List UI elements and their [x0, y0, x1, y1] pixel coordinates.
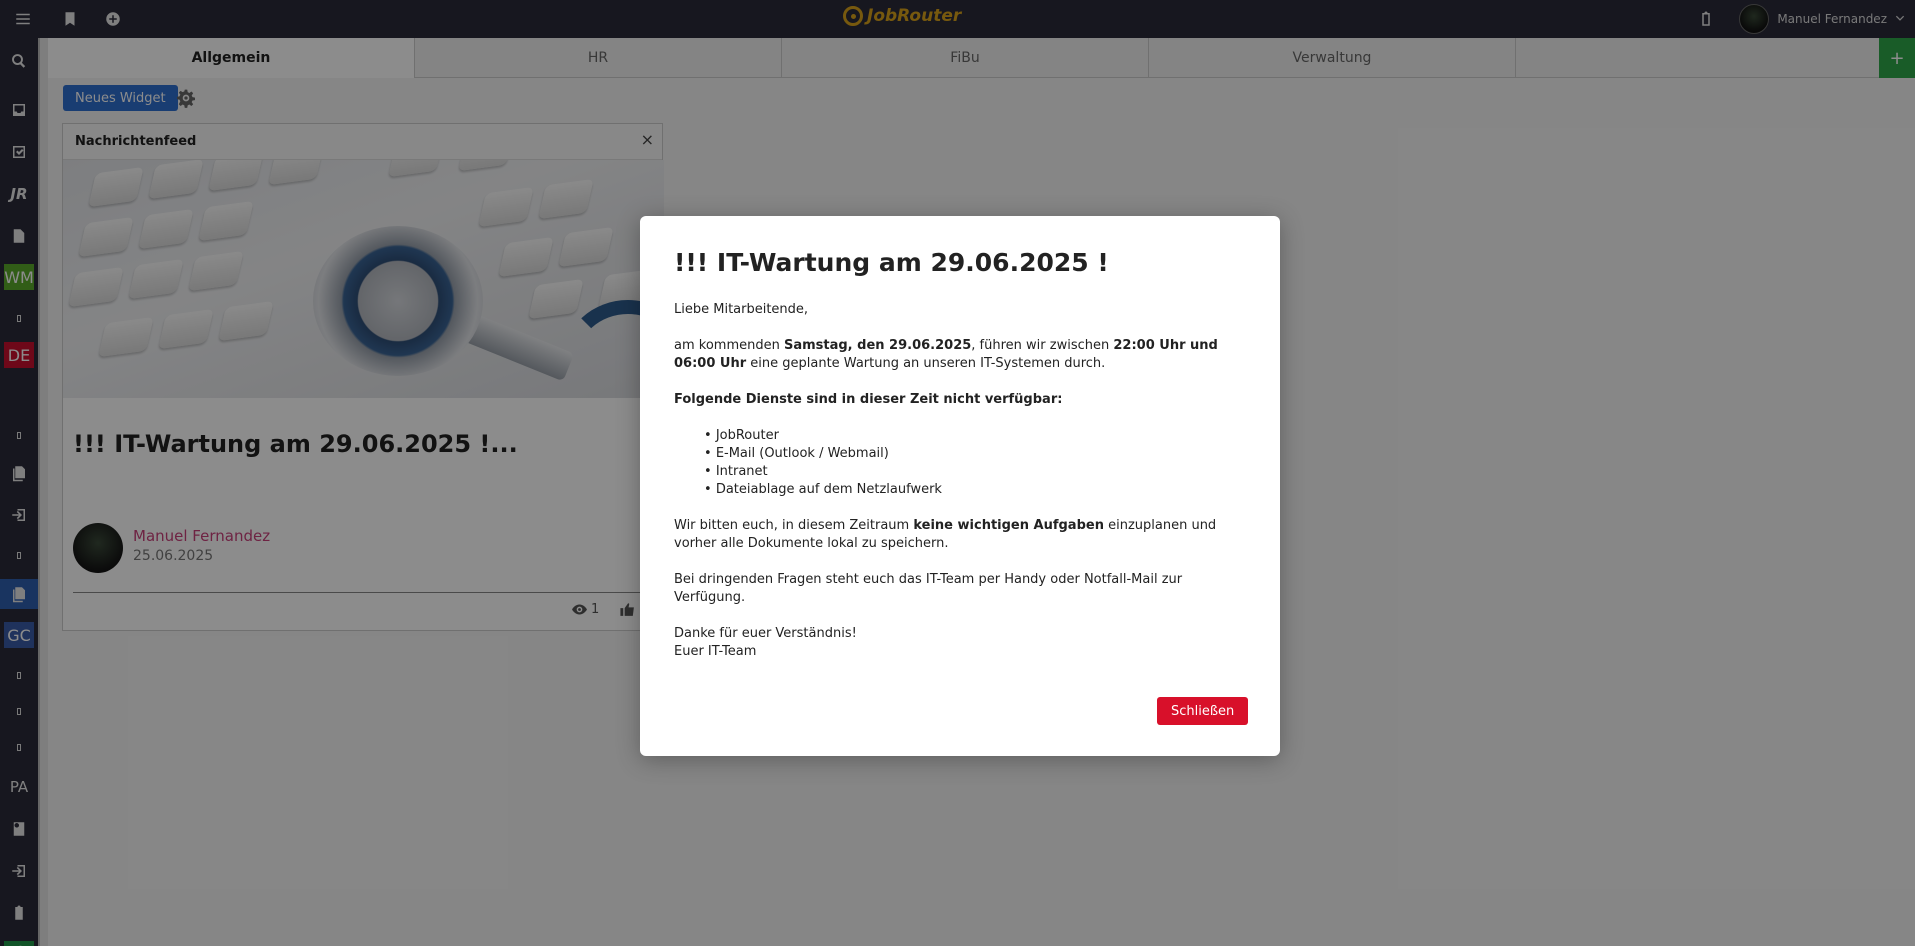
closing: Danke für euer Verständnis! Euer IT-Team	[674, 625, 1254, 661]
request-paragraph: Wir bitten euch, in diesem Zeitraum kein…	[674, 518, 1217, 551]
services-list: JobRouter E-Mail (Outlook / Webmail) Int…	[704, 427, 1254, 499]
announcement-modal: !!! IT-Wartung am 29.06.2025 ! Liebe Mit…	[640, 216, 1280, 756]
list-item: JobRouter	[704, 427, 1254, 445]
maintenance-date: Samstag, den 29.06.2025	[783, 338, 972, 353]
list-item: Dateiablage auf dem Netzlaufwerk	[704, 481, 1254, 499]
intro-paragraph: am kommenden Samstag, den 29.06.2025, fü…	[674, 338, 1218, 371]
signature: Euer IT-Team	[674, 644, 757, 659]
list-item: E-Mail (Outlook / Webmail)	[704, 445, 1254, 463]
close-modal-button[interactable]: Schließen	[1157, 697, 1249, 725]
modal-title: !!! IT-Wartung am 29.06.2025 !	[674, 248, 1109, 277]
modal-body: Liebe Mitarbeitende, am kommenden Samsta…	[674, 301, 1254, 679]
contact-paragraph: Bei dringenden Fragen steht euch das IT-…	[674, 572, 1183, 605]
list-item: Intranet	[704, 463, 1254, 481]
services-heading: Folgende Dienste sind in dieser Zeit nic…	[674, 392, 1063, 407]
thanks-line: Danke für euer Verständnis!	[674, 626, 857, 641]
greeting: Liebe Mitarbeitende,	[674, 302, 809, 317]
